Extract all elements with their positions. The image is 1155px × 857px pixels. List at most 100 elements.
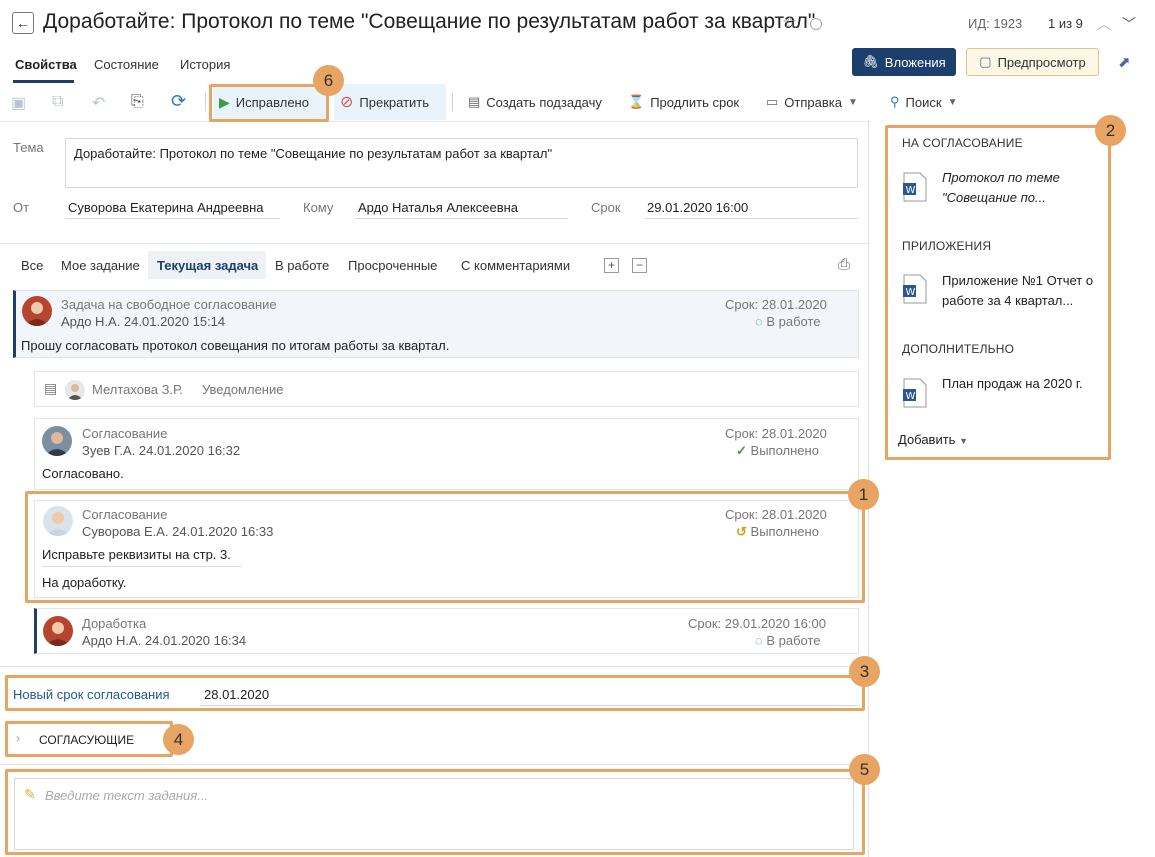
send-icon: ▭ (766, 94, 779, 109)
save-icon[interactable]: ▣ (11, 93, 26, 113)
status-circle-icon[interactable] (810, 18, 822, 30)
task-status-text: В работе (766, 633, 821, 648)
approvers-section[interactable]: СОГЛАСУЮЩИЕ (39, 733, 134, 747)
toolbar-divider (452, 93, 453, 111)
callout-badge-3: 3 (849, 656, 880, 687)
refresh-icon[interactable]: ⟳ (171, 91, 186, 112)
to-field[interactable]: Ардо Наталья Алексеевна (355, 200, 568, 219)
attachments-label: Вложения (884, 54, 946, 70)
task-text: Согласовано. (42, 466, 124, 481)
task-due: Срок: 28.01.2020 (725, 297, 827, 312)
callout-badge-2: 2 (1095, 115, 1126, 146)
play-icon: ▶ (219, 93, 230, 110)
avatar (65, 380, 85, 400)
chevron-down-icon: ▼ (947, 96, 958, 108)
to-label: Кому (303, 200, 334, 215)
avatar (43, 616, 73, 646)
callout-badge-6: 6 (313, 65, 344, 96)
callout-badge-5: 5 (849, 754, 880, 785)
filter-all[interactable]: Все (21, 258, 43, 273)
svg-text:W: W (906, 391, 916, 402)
stop-label: Прекратить (359, 94, 430, 110)
paperclip-icon: 🖇 (862, 54, 879, 69)
star-icon[interactable]: ☆ (782, 13, 797, 33)
open-external-icon[interactable]: ⬈ (1118, 53, 1131, 71)
task-input-placeholder: Введите текст задания... (45, 788, 209, 803)
back-button[interactable]: ← (12, 12, 34, 34)
filter-overdue[interactable]: Просроченные (348, 258, 437, 273)
create-subtask-button[interactable]: ▤ Создать подзадачу (462, 84, 608, 120)
task-meta: Зуев Г.А. 24.01.2020 16:32 (82, 443, 241, 458)
preview-button[interactable]: ▢ Предпросмотр (966, 48, 1099, 76)
task-status: ◌ В работе (755, 633, 821, 648)
filter-with-comments[interactable]: С комментариями (461, 258, 570, 273)
page-title: Доработайте: Протокол по теме "Совещание… (43, 10, 816, 33)
filter-my-task[interactable]: Мое задание (61, 258, 140, 273)
collapse-all-button[interactable]: − (632, 258, 647, 273)
attachments-button[interactable]: 🖇 Вложения (852, 48, 956, 76)
word-doc-icon: W (903, 172, 927, 202)
filter-current-task[interactable]: Текущая задача (157, 258, 258, 273)
search-menu[interactable]: ⚲ Поиск ▼ (884, 84, 963, 120)
doc-link[interactable]: План продаж на 2020 г. (942, 374, 1102, 394)
search-icon: ⚲ (890, 94, 900, 109)
task-text: Прошу согласовать протокол совещания по … (21, 338, 450, 353)
task-due: Срок: 28.01.2020 (725, 426, 827, 441)
svg-text:W: W (906, 185, 916, 196)
new-due-field[interactable]: 28.01.2020 (200, 687, 858, 706)
fixed-button[interactable]: ▶ Исправлено (213, 84, 327, 120)
task-status: ◌ В работе (755, 314, 821, 329)
section-attachments: ПРИЛОЖЕНИЯ (902, 239, 992, 253)
preview-label: Предпросмотр (997, 54, 1086, 70)
word-doc-icon: W (903, 378, 927, 408)
task-text: На доработку. (42, 575, 127, 590)
save-all-icon[interactable]: ⧉ (52, 93, 63, 111)
extend-button[interactable]: ⌛ Продлить срок (622, 84, 745, 120)
avatar (42, 426, 72, 456)
due-label: Срок (591, 200, 621, 215)
stop-button[interactable]: ⊘ Прекратить (334, 84, 446, 120)
avatar (22, 296, 52, 326)
new-due-label: Новый срок согласования (13, 687, 170, 702)
in-progress-icon: ◌ (755, 633, 763, 648)
extend-label: Продлить срок (650, 94, 740, 110)
filter-in-progress[interactable]: В работе (275, 258, 329, 273)
tab-properties[interactable]: Свойства (15, 57, 77, 72)
from-field[interactable]: Суворова Екатерина Андреевна (65, 200, 280, 219)
callout-badge-1: 1 (848, 479, 879, 510)
add-menu[interactable]: Добавить ▼ (898, 432, 968, 447)
doc-link[interactable]: Протокол по теме "Совещание по... (942, 168, 1102, 208)
print-icon[interactable]: ⎙ (838, 256, 850, 273)
doc-link[interactable]: Приложение №1 Отчет о работе за 4 кварта… (942, 271, 1102, 311)
return-icon: ↺ (736, 524, 747, 539)
arrow-left-icon: ← (16, 15, 30, 31)
copy-icon[interactable]: ⎘ (131, 93, 144, 111)
subject-label: Тема (13, 140, 44, 155)
send-menu[interactable]: ▭ Отправка ▼ (760, 84, 864, 120)
hourglass-icon: ⌛ (628, 94, 645, 109)
tab-history[interactable]: История (180, 57, 230, 72)
chevron-up-icon[interactable]: ︿ (1097, 14, 1111, 34)
pager-text: 1 из 9 (1048, 16, 1083, 31)
stop-icon: ⊘ (340, 94, 354, 111)
svg-text:W: W (906, 287, 916, 298)
undo-icon[interactable]: ↶ (92, 93, 105, 113)
pager: 1 из 9 (1048, 16, 1083, 31)
due-field[interactable]: 29.01.2020 16:00 (645, 200, 858, 219)
tab-state[interactable]: Состояние (94, 57, 159, 72)
in-progress-icon: ◌ (755, 314, 763, 329)
task-meta: Суворова Е.А. 24.01.2020 16:33 (82, 524, 274, 539)
task-status-text: Выполнено (750, 524, 819, 539)
task-title: Доработка (82, 616, 147, 631)
active-tab-underline (13, 80, 74, 83)
notification-type: Уведомление (202, 382, 284, 397)
chevron-right-icon[interactable]: › (16, 731, 20, 745)
task-meta: Ардо Н.А. 24.01.2020 16:34 (82, 633, 247, 648)
chevron-down-icon[interactable]: ﹀ (1122, 14, 1136, 34)
callout-badge-4: 4 (163, 724, 194, 755)
from-label: От (13, 200, 30, 215)
pencil-icon: ✎ (24, 786, 36, 802)
expand-all-button[interactable]: + (604, 258, 619, 273)
subject-field[interactable]: Доработайте: Протокол по теме "Совещание… (65, 138, 858, 188)
search-label: Поиск (905, 94, 942, 110)
